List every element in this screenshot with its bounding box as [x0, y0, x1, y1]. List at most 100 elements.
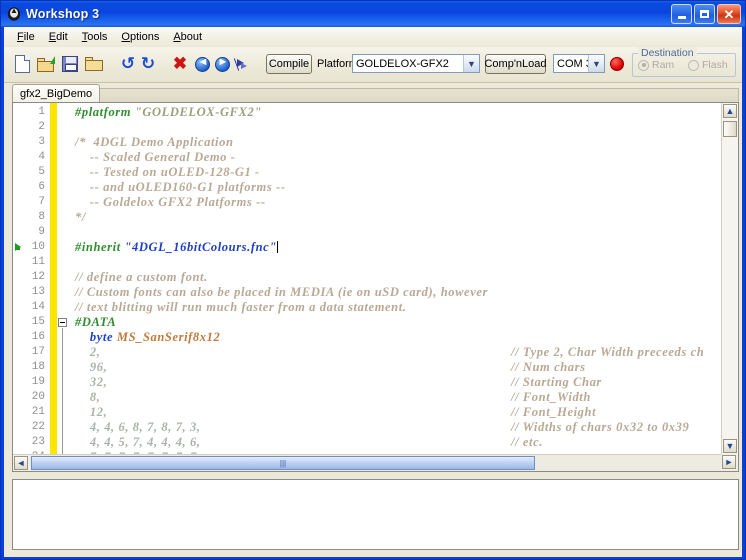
code-token: 4, 4, 5, 7, 4, 4, 4, 6,	[75, 435, 201, 449]
folder-icon[interactable]	[82, 52, 106, 76]
code-line[interactable]: #DATA	[75, 315, 116, 330]
code-token: // define a custom font.	[75, 270, 208, 284]
minimize-button[interactable]	[671, 4, 692, 24]
delete-icon[interactable]: ✖	[168, 52, 192, 76]
line-number-gutter: 123456789101112131415161718192021222324	[13, 103, 49, 454]
line-number: 3	[38, 136, 45, 148]
line-number: 2	[38, 121, 45, 133]
radio-icon	[638, 59, 649, 71]
current-line-arrow-icon	[15, 242, 26, 253]
window-title: Workshop 3	[26, 7, 100, 21]
editor-horizontal-scrollbar[interactable]: ◄ |||	[13, 454, 721, 471]
scroll-right-button[interactable]: ►	[722, 455, 736, 469]
app-icon	[6, 6, 22, 22]
menu-edit[interactable]: Edit	[42, 29, 75, 45]
destination-group: Destination Ram Flash	[632, 47, 736, 77]
compnload-button[interactable]: Comp'nLoad	[484, 54, 547, 74]
redo-icon[interactable]: ↻	[136, 52, 160, 76]
title-bar: Workshop 3 ✕	[1, 1, 745, 27]
code-line[interactable]: 2,	[75, 345, 100, 360]
maximize-button[interactable]	[694, 4, 715, 24]
code-line[interactable]: #inherit "4DGL_16bitColours.fnc"	[75, 240, 278, 255]
tab-gfx2-bigdemo[interactable]: gfx2_BigDemo	[12, 84, 101, 102]
destination-ram-radio[interactable]: Ram	[638, 59, 674, 71]
menu-tools[interactable]: Tools	[75, 29, 115, 45]
destination-flash-radio[interactable]: Flash	[688, 59, 728, 71]
line-number: 20	[31, 391, 45, 403]
code-line[interactable]: #platform "GOLDELOX-GFX2"	[75, 105, 262, 120]
pin-icon[interactable]	[230, 52, 254, 76]
code-token: // text blitting will run much faster fr…	[75, 300, 407, 314]
line-number: 11	[31, 256, 45, 268]
code-line[interactable]: // define a custom font.	[75, 270, 208, 285]
tab-strip: gfx2_BigDemo	[4, 83, 742, 102]
editor-viewport[interactable]: 123456789101112131415161718192021222324 …	[13, 103, 721, 454]
destination-label: Destination	[638, 47, 697, 59]
code-line[interactable]: 96,	[75, 360, 107, 375]
code-token: // Custom fonts can also be placed in ME…	[75, 285, 488, 299]
platform-select[interactable]: GOLDELOX-GFX2 ▼	[352, 54, 480, 73]
scroll-down-button[interactable]: ▼	[723, 439, 737, 453]
window-controls: ✕	[671, 4, 741, 24]
output-pane[interactable]	[12, 479, 739, 550]
destination-flash-label: Flash	[702, 59, 728, 71]
com-port-select[interactable]: COM 3 ▼	[553, 54, 605, 73]
menu-about[interactable]: About	[166, 29, 209, 45]
menu-options[interactable]: Options	[114, 29, 166, 45]
code-line[interactable]: /* 4DGL Demo Application	[75, 135, 234, 150]
code-fold-gutter[interactable]	[57, 103, 71, 454]
code-line[interactable]: 12,	[75, 405, 107, 420]
horizontal-scroll-thumb[interactable]: |||	[31, 456, 535, 470]
vertical-scroll-thumb[interactable]	[723, 121, 737, 137]
code-line[interactable]: byte MS_SanSerif8x12	[75, 330, 220, 345]
code-token: -- Scaled General Demo -	[75, 150, 236, 164]
line-number: 15	[31, 316, 45, 328]
code-line[interactable]: -- Scaled General Demo -	[75, 150, 236, 165]
code-line[interactable]: -- Goldelox GFX2 Platforms --	[75, 195, 266, 210]
tab-strip-filler	[99, 88, 739, 102]
line-number: 21	[31, 406, 45, 418]
code-token: */	[75, 210, 86, 224]
code-line[interactable]: */	[75, 210, 86, 225]
code-line[interactable]: 4, 4, 5, 7, 4, 4, 4, 6,	[75, 435, 201, 450]
chevron-down-icon[interactable]: ▼	[463, 55, 479, 72]
scroll-up-button[interactable]: ▲	[723, 104, 737, 118]
line-number: 10	[31, 241, 45, 253]
code-line[interactable]: 4, 4, 6, 8, 7, 8, 7, 3,	[75, 420, 201, 435]
code-trailing-comment: // Type 2, Char Width preceeds ch	[511, 345, 705, 359]
save-file-icon[interactable]	[58, 52, 82, 76]
compile-button[interactable]: Compile	[266, 54, 312, 74]
code-text-area[interactable]: #platform "GOLDELOX-GFX2" /* 4DGL Demo Ap…	[71, 103, 721, 454]
change-marker-bar	[50, 103, 57, 454]
open-file-icon[interactable]	[34, 52, 58, 76]
menu-bar: FFileile Edit Tools Options About	[4, 27, 742, 47]
code-trailing-comment: // Widths of chars 0x32 to 0x39	[511, 420, 690, 434]
line-number: 19	[31, 376, 45, 388]
code-line[interactable]: 32,	[75, 375, 107, 390]
menu-file[interactable]: FFileile	[10, 29, 42, 45]
code-token: #platform	[75, 105, 135, 119]
close-button[interactable]: ✕	[717, 4, 741, 24]
line-number: 22	[31, 421, 45, 433]
code-token: byte	[75, 330, 117, 344]
code-line[interactable]: -- Tested on uOLED-128-G1 -	[75, 165, 260, 180]
code-token: -- Tested on uOLED-128-G1 -	[75, 165, 260, 179]
line-number: 9	[38, 226, 45, 238]
chevron-down-icon[interactable]: ▼	[588, 55, 604, 72]
editor-vertical-scrollbar[interactable]: ▲ ▼	[721, 103, 738, 454]
code-token: -- and uOLED160-G1 platforms --	[75, 180, 286, 194]
code-line[interactable]: // text blitting will run much faster fr…	[75, 300, 407, 315]
main-toolbar: ↺ ↻ ✖ ◄ ► Compile Platform GOLDELOX-GFX2…	[4, 47, 742, 83]
code-line[interactable]: 8,	[75, 390, 100, 405]
code-line[interactable]: // Custom fonts can also be placed in ME…	[75, 285, 488, 300]
line-number: 1	[38, 106, 45, 118]
radio-icon	[688, 59, 699, 71]
fold-toggle-icon[interactable]	[58, 318, 67, 327]
code-line[interactable]: -- and uOLED160-G1 platforms --	[75, 180, 286, 195]
code-trailing-comment: // Font_Height	[511, 405, 597, 419]
destination-ram-label: Ram	[652, 59, 675, 71]
line-number: 6	[38, 181, 45, 193]
new-file-icon[interactable]	[10, 52, 34, 76]
code-trailing-comment: // Num chars	[511, 360, 586, 374]
scroll-left-button[interactable]: ◄	[14, 456, 28, 470]
